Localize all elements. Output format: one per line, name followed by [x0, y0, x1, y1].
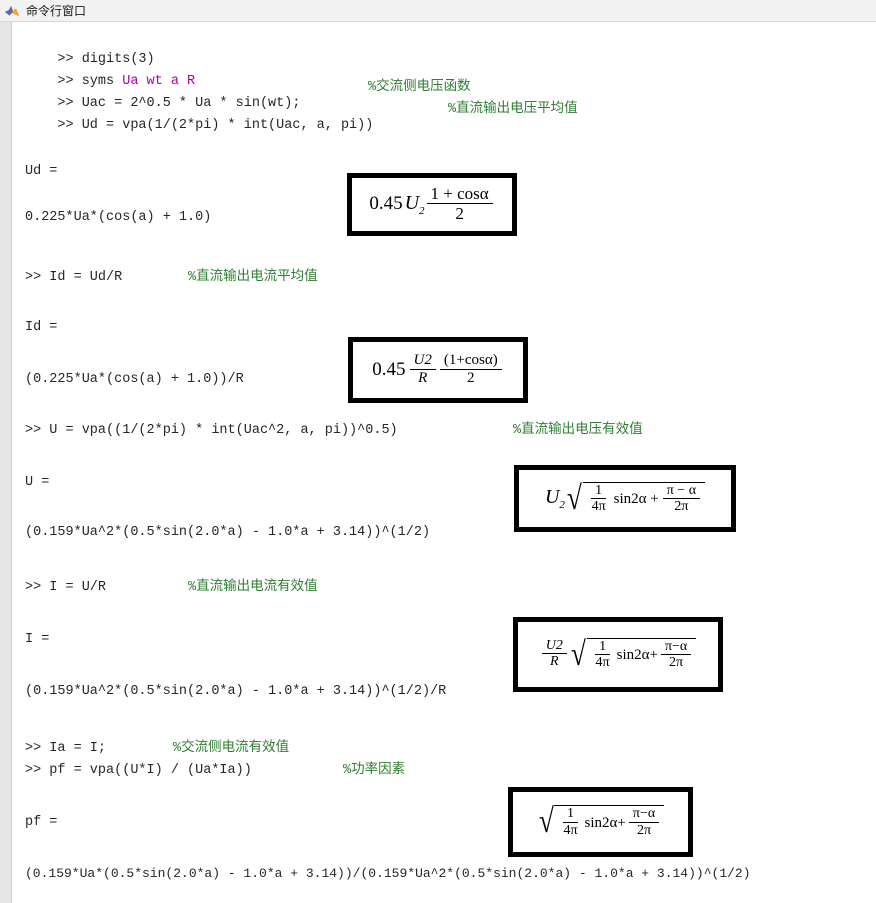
- radical-body: 1 4π sin2α+ π−α 2π: [586, 637, 697, 672]
- fraction-numerator: (1+cosα): [439, 352, 502, 370]
- fraction-numerator: π−α: [628, 806, 660, 823]
- formula-id-average-current: 0.45 U2 R (1+cosα) 2: [348, 337, 528, 403]
- formula-expression: U2 √ 1 4π sin2α + π − α 2π: [544, 479, 706, 517]
- window-title: 命令行窗口: [26, 3, 87, 18]
- formula-variable: U2: [404, 191, 425, 217]
- console-line-command: >> Ia = I;: [25, 741, 107, 756]
- fraction-denominator: R: [550, 654, 559, 670]
- radical-body: 1 4π sin2α+ π−α 2π: [554, 805, 665, 839]
- formula-fraction-one-over-4pi: 1 4π: [559, 806, 581, 839]
- console-line-command: >> U = vpa((1/(2*pi) * int(Uac^2, a, pi)…: [25, 423, 398, 438]
- console-line-output: 0.225*Ua*(cos(a) + 1.0): [25, 210, 212, 225]
- square-root-icon: √ 1 4π sin2α + π − α 2π: [565, 479, 706, 517]
- command-window-console[interactable]: >> digits(3) >> syms Ua wt a R >> Uac = …: [13, 22, 876, 903]
- fraction-numerator: U2: [409, 352, 436, 370]
- fraction-numerator: U2: [541, 638, 567, 655]
- console-line-output: I =: [25, 632, 50, 647]
- fraction-numerator: 1 + cosα: [426, 185, 493, 205]
- fraction-denominator: 2π: [674, 499, 689, 515]
- square-root-icon: √ 1 4π sin2α+ π−α 2π: [537, 803, 665, 841]
- formula-u-rms-voltage: U2 √ 1 4π sin2α + π − α 2π: [514, 465, 736, 532]
- fraction-denominator: 4π: [563, 822, 578, 838]
- fraction-denominator: 4π: [595, 655, 610, 671]
- console-comment: %功率因素: [343, 763, 406, 778]
- formula-fraction-pi-minus-alpha: π − α 2π: [662, 483, 701, 516]
- console-line-output: Ud =: [25, 164, 58, 179]
- matlab-logo-icon: [5, 5, 19, 16]
- formula-expression: U2 R √ 1 4π sin2α+ π−α 2π: [540, 638, 697, 672]
- formula-fraction-u2-over-r: U2 R: [541, 638, 567, 671]
- console-line-command: >> Ud = vpa(1/(2*pi) * int(Uac, a, pi)): [25, 102, 373, 150]
- radical-sign: √: [570, 635, 586, 673]
- fraction-numerator: 1: [595, 639, 611, 656]
- console-comment: %直流输出电压有效值: [513, 423, 643, 438]
- fraction-denominator: 2: [455, 204, 464, 224]
- fraction-numerator: 1: [591, 483, 607, 500]
- fraction-denominator: 2: [467, 369, 475, 386]
- console-comment: %直流输出电流有效值: [188, 580, 318, 595]
- console-line-output: Id =: [25, 320, 58, 335]
- formula-fraction-u2-over-r: U2 R: [409, 352, 436, 387]
- fraction-numerator: π−α: [660, 639, 692, 656]
- console-line-output: pf =: [25, 815, 58, 830]
- formula-sin-term: sin2α+: [584, 814, 626, 831]
- console-line-command: >> Id = Ud/R: [25, 270, 123, 285]
- formula-fraction-one-over-4pi: 1 4π: [592, 639, 614, 672]
- formula-ud-average-voltage: 0.45 U2 1 + cosα 2: [347, 173, 517, 236]
- formula-coefficient: 0.45: [369, 193, 403, 215]
- formula-expression: √ 1 4π sin2α+ π−α 2π: [537, 803, 665, 841]
- fraction-numerator: 1: [563, 806, 578, 823]
- formula-variable: U2: [544, 486, 565, 511]
- formula-sin-term: sin2α+: [616, 647, 658, 663]
- fraction-denominator: R: [418, 369, 428, 386]
- formula-pf-power-factor: √ 1 4π sin2α+ π−α 2π: [508, 787, 693, 857]
- console-line-output: (0.159*Ua^2*(0.5*sin(2.0*a) - 1.0*a + 3.…: [25, 525, 431, 540]
- console-line-output: (0.159*Ua*(0.5*sin(2.0*a) - 1.0*a + 3.14…: [25, 866, 751, 881]
- formula-fraction: 1 + cosα 2: [426, 185, 493, 224]
- console-line-command: >> I = U/R: [25, 580, 107, 595]
- console-line-command: >> pf = vpa((U*I) / (Ua*Ia)): [25, 763, 252, 778]
- formula-expression: 0.45 U2 R (1+cosα) 2: [372, 352, 503, 387]
- radical-sign: √: [566, 479, 582, 517]
- radical-sign: √: [538, 803, 554, 841]
- command-text: >> Ud = vpa(1/(2*pi) * int(Uac, a, pi)): [57, 118, 374, 133]
- fraction-numerator: π − α: [662, 483, 701, 500]
- formula-fraction-pi-minus-alpha: π−α 2π: [660, 639, 692, 672]
- console-line-output: (0.225*Ua*(cos(a) + 1.0))/R: [25, 372, 244, 387]
- console-left-gutter: [0, 22, 12, 903]
- formula-fraction-pi-minus-alpha: π−α 2π: [628, 806, 660, 839]
- fraction-denominator: 2π: [636, 822, 652, 838]
- formula-fraction-one-over-4pi: 1 4π: [588, 483, 610, 516]
- fraction-denominator: 4π: [591, 499, 606, 515]
- square-root-icon: √ 1 4π sin2α+ π−α 2π: [569, 635, 697, 673]
- formula-expression: 0.45 U2 1 + cosα 2: [369, 185, 494, 223]
- console-comment: %交流侧电流有效值: [173, 741, 290, 756]
- console-line-output: (0.159*Ua^2*(0.5*sin(2.0*a) - 1.0*a + 3.…: [25, 684, 447, 699]
- window-titlebar: 命令行窗口: [0, 0, 876, 22]
- formula-sin-term: sin2α +: [613, 491, 659, 507]
- console-line-output: U =: [25, 475, 50, 490]
- console-comment: %交流侧电压函数: [368, 80, 471, 95]
- fraction-denominator: 2π: [669, 655, 684, 671]
- console-comment: %直流输出电压平均值: [448, 102, 578, 117]
- formula-i-rms-current: U2 R √ 1 4π sin2α+ π−α 2π: [513, 617, 723, 692]
- console-comment: %直流输出电流平均值: [188, 270, 318, 285]
- formula-coefficient: 0.45: [372, 359, 406, 380]
- formula-fraction-cos: (1+cosα) 2: [439, 352, 502, 387]
- radical-body: 1 4π sin2α + π − α 2π: [582, 481, 706, 516]
